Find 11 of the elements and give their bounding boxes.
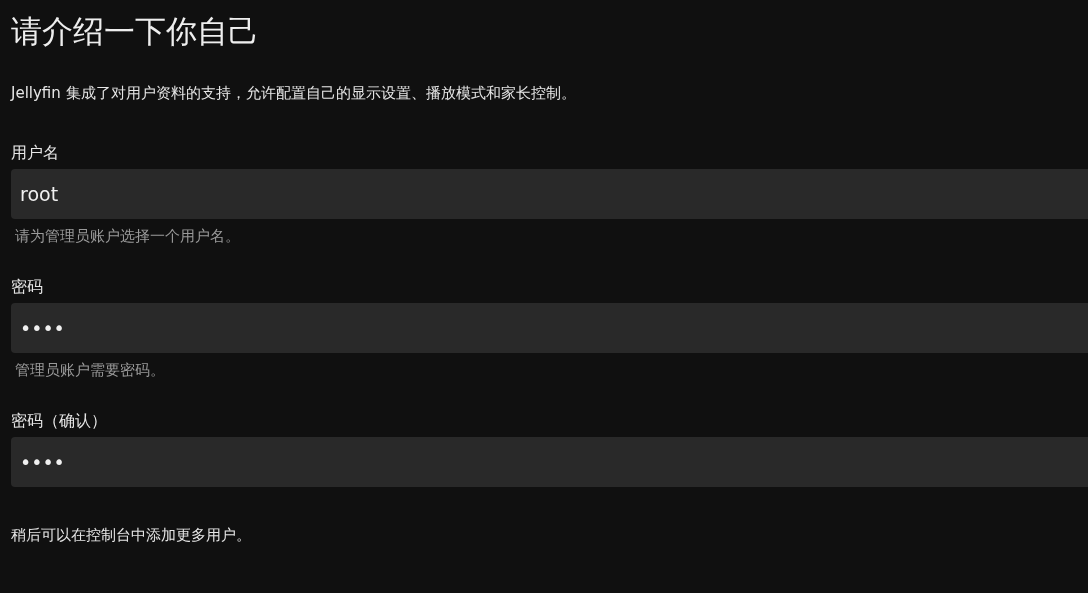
field-label: 密码 xyxy=(11,276,43,298)
help-text: 管理员账户需要密码。 xyxy=(15,360,165,380)
field-label: 用户名 xyxy=(11,142,59,164)
help-text: 请为管理员账户选择一个用户名。 xyxy=(15,226,240,246)
input-field[interactable]: •••• xyxy=(11,303,1088,353)
field-label: 密码（确认） xyxy=(11,410,107,432)
description-text: Jellyfin 集成了对用户资料的支持，允许配置自己的显示设置、播放模式和家长控制。 xyxy=(11,83,577,104)
input-field[interactable]: root xyxy=(11,169,1088,219)
footer-text: 稍后可以在控制台中添加更多用户。 xyxy=(11,525,251,546)
page-title: 请介绍一下你自己 xyxy=(11,12,260,51)
input-field[interactable]: •••• xyxy=(11,437,1088,487)
